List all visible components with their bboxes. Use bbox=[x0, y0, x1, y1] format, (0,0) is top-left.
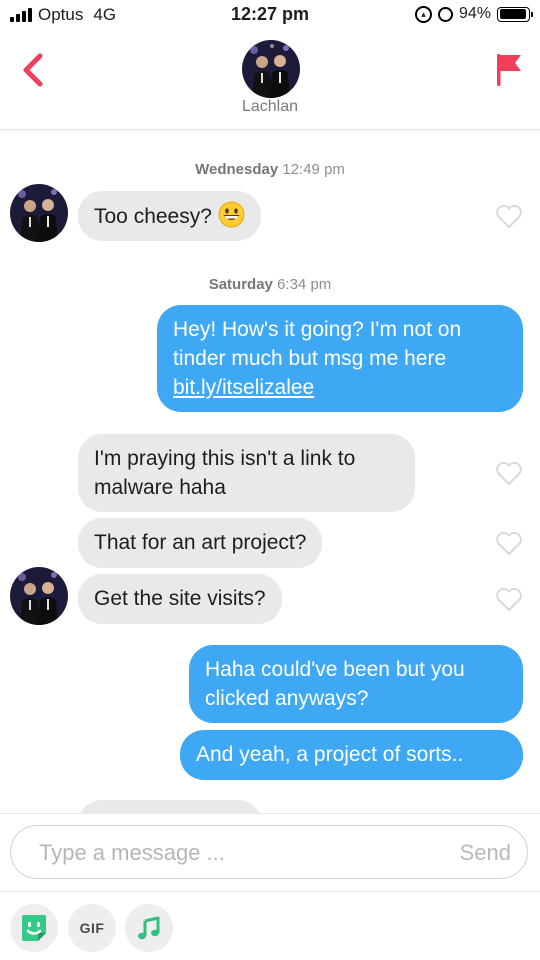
timestamp-wednesday: Wednesday 12:49 pm bbox=[0, 161, 540, 178]
timestamp-time: 6:34 pm bbox=[277, 276, 332, 293]
message-bubble-outgoing[interactable]: And yeah, a project of sorts.. bbox=[180, 730, 523, 780]
timestamp-day: Saturday bbox=[208, 276, 273, 293]
message-text-line: clicked anyways? bbox=[205, 687, 369, 710]
alarm-icon bbox=[437, 6, 453, 22]
message-text-line: tinder much but msg me here bbox=[173, 347, 447, 370]
status-bar: Optus 4G 12:27 pm ▴ 94% bbox=[0, 0, 540, 32]
battery-icon bbox=[497, 6, 533, 22]
chat-header: Lachlan bbox=[0, 32, 540, 130]
flag-icon[interactable] bbox=[494, 50, 524, 90]
message-link[interactable]: bit.ly/itselizalee bbox=[173, 373, 507, 402]
chevron-left-icon[interactable] bbox=[18, 50, 48, 90]
sender-avatar[interactable] bbox=[10, 567, 68, 625]
like-heart-icon[interactable] bbox=[495, 460, 523, 486]
send-button[interactable]: Send bbox=[460, 840, 511, 866]
composer: Send bbox=[0, 813, 540, 891]
message-text: Get the site visits? bbox=[94, 587, 266, 610]
message-text-line: Haha could've been but you bbox=[205, 658, 465, 681]
battery-percent: 94% bbox=[458, 5, 491, 22]
sticker-button[interactable] bbox=[10, 904, 58, 952]
contact-avatar[interactable] bbox=[242, 40, 300, 98]
message-list[interactable]: Wednesday 12:49 pm Too cheesy? Saturday … bbox=[0, 131, 540, 813]
message-bubble-incoming[interactable]: That for an art project? bbox=[78, 518, 323, 568]
message-bubble-outgoing[interactable]: Haha could've been but you clicked anywa… bbox=[189, 645, 523, 723]
battery-level bbox=[499, 9, 526, 19]
message-text-line: Hey! How's it going? I'm not on bbox=[173, 318, 462, 341]
message-text: And yeah, a project of sorts.. bbox=[196, 743, 464, 766]
gif-button[interactable]: GIF bbox=[68, 904, 116, 952]
attachment-toolbar: GIF bbox=[0, 891, 540, 960]
message-bubble-incoming[interactable]: Too cheesy? bbox=[78, 191, 261, 241]
message-text-line: I'm praying this isn't a link to bbox=[94, 447, 356, 470]
like-heart-icon[interactable] bbox=[495, 586, 523, 612]
rotation-lock-icon: ▴ bbox=[414, 5, 432, 23]
sticker-smile-icon bbox=[22, 915, 46, 941]
message-text: Too cheesy? bbox=[94, 205, 212, 228]
timestamp-time: 12:49 pm bbox=[282, 161, 345, 178]
typing-indicator bbox=[78, 800, 262, 813]
message-bubble-incoming[interactable]: Get the site visits? bbox=[78, 574, 282, 624]
message-input-container[interactable]: Send bbox=[10, 825, 528, 879]
message-input[interactable] bbox=[39, 838, 419, 868]
message-bubble-incoming[interactable]: I'm praying this isn't a link to malware… bbox=[78, 434, 415, 512]
sender-avatar[interactable] bbox=[10, 184, 68, 242]
timestamp-day: Wednesday bbox=[195, 161, 279, 178]
message-text-line: malware haha bbox=[94, 476, 226, 499]
music-note-icon bbox=[138, 916, 160, 940]
grinning-face-emoji bbox=[218, 201, 245, 228]
message-text: That for an art project? bbox=[94, 531, 307, 554]
timestamp-saturday: Saturday 6:34 pm bbox=[0, 276, 540, 293]
like-heart-icon[interactable] bbox=[495, 203, 523, 229]
gif-label: GIF bbox=[79, 920, 105, 936]
contact-name[interactable]: Lachlan bbox=[0, 98, 540, 116]
like-heart-icon[interactable] bbox=[495, 530, 523, 556]
message-bubble-outgoing[interactable]: Hey! How's it going? I'm not on tinder m… bbox=[157, 305, 523, 412]
status-right: ▴ 94% bbox=[414, 5, 533, 23]
music-button[interactable] bbox=[125, 904, 173, 952]
